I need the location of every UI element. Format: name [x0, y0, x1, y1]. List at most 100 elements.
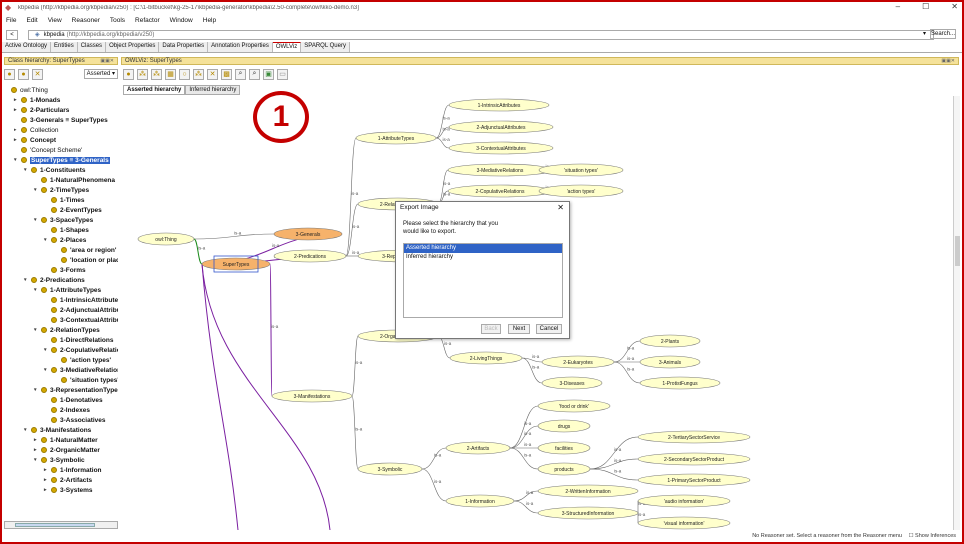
- tree-node[interactable]: 'Concept Scheme': [14, 145, 82, 155]
- graph-node[interactable]: facilities: [537, 441, 591, 455]
- graph-node[interactable]: 1-PrimarySectorProduct: [637, 473, 751, 487]
- graph-node[interactable]: 2-WrittenInformation: [537, 484, 639, 498]
- delete-class-icon[interactable]: ✕: [32, 68, 43, 80]
- back-button[interactable]: <: [6, 29, 18, 40]
- tab-asserted-hierarchy[interactable]: Asserted hierarchy: [123, 85, 186, 95]
- next-button[interactable]: Next: [508, 324, 530, 334]
- expand-toggle-icon[interactable]: ▸: [44, 467, 50, 473]
- menu-reasoner[interactable]: Reasoner: [72, 17, 100, 24]
- expand-toggle-icon[interactable]: ▾: [44, 237, 50, 243]
- tree-node[interactable]: ▾ 2-TimeTypes: [34, 185, 89, 195]
- tree-node[interactable]: ▾ 3-RepresentationTypes: [34, 385, 118, 395]
- zoom-in-icon[interactable]: ⌕: [235, 68, 246, 80]
- hide-subclasses-icon[interactable]: ⁂: [193, 68, 204, 80]
- graph-node[interactable]: 'action types': [538, 184, 624, 198]
- graph-node[interactable]: 2-Predications: [273, 249, 347, 263]
- hide-class-icon[interactable]: ○: [179, 68, 190, 80]
- tree-node[interactable]: ▸ 2-Artifacts: [44, 475, 92, 485]
- scroll-thumb[interactable]: [15, 523, 95, 527]
- tree-node[interactable]: ▾ 2-Places: [44, 235, 86, 245]
- menu-help[interactable]: Help: [203, 17, 216, 24]
- tree-node[interactable]: ▾ 1-Constituents: [24, 165, 86, 175]
- expand-toggle-icon[interactable]: ▸: [14, 127, 20, 133]
- search-button[interactable]: Search...: [930, 29, 956, 39]
- hierarchy-mode-select[interactable]: Asserted ▾: [83, 69, 118, 79]
- tab-inferred-hierarchy[interactable]: Inferred hierarchy: [185, 85, 241, 95]
- graph-node[interactable]: 'situation types': [538, 163, 624, 177]
- menu-view[interactable]: View: [48, 17, 62, 24]
- tree-node[interactable]: 1-Times: [44, 195, 84, 205]
- tree-node[interactable]: ▸ Concept: [14, 135, 56, 145]
- add-subclass-icon[interactable]: ●: [4, 68, 15, 80]
- expand-toggle-icon[interactable]: ▸: [44, 487, 50, 493]
- tree-node[interactable]: 1-DirectRelations: [44, 335, 113, 345]
- minimize-button[interactable]: –: [896, 2, 900, 11]
- owlviz-panel-controls-icon[interactable]: ▣▣✕: [941, 58, 955, 65]
- expand-toggle-icon[interactable]: ▾: [14, 157, 20, 163]
- graph-node[interactable]: 'visual information': [637, 516, 731, 530]
- tree-node[interactable]: ▸ 1-Monads: [14, 95, 60, 105]
- show-superclasses-icon[interactable]: ⁂: [151, 68, 162, 80]
- tree-node[interactable]: 1-NaturalPhenomena: [34, 175, 115, 185]
- graph-node[interactable]: 3-Generals: [273, 227, 343, 241]
- graph-node[interactable]: 3-Diseases: [541, 376, 603, 390]
- tab-classes[interactable]: Classes: [77, 42, 107, 52]
- tree-node[interactable]: ▸ 1-Information: [44, 465, 102, 475]
- graph-node[interactable]: 2-LivingThings: [449, 351, 523, 365]
- dialog-close-icon[interactable]: ✕: [557, 203, 564, 212]
- graph-node[interactable]: 2-CopulativeRelations: [447, 184, 553, 198]
- show-all-icon[interactable]: ▦: [165, 68, 176, 80]
- graph-node[interactable]: 1-AttributeTypes: [355, 131, 437, 145]
- tree-node[interactable]: 'area or region': [54, 245, 116, 255]
- graph-node[interactable]: 3-ContextualAttributes: [448, 141, 554, 155]
- graph-node[interactable]: 1-ProtistFungus: [639, 376, 721, 390]
- tree-node[interactable]: ▾ 2-RelationTypes: [34, 325, 100, 335]
- expand-toggle-icon[interactable]: ▸: [34, 437, 40, 443]
- graph-node[interactable]: owl:Thing: [137, 232, 195, 246]
- tree-node[interactable]: 3-Generals ≡ SuperTypes: [14, 115, 108, 125]
- tree-node[interactable]: ▾ 3-Symbolic: [34, 455, 85, 465]
- option-asserted-hierarchy[interactable]: Asserted hierarchy: [404, 244, 562, 253]
- tree-node[interactable]: ▸ 1-NaturalMatter: [34, 435, 98, 445]
- tree-node[interactable]: 1-Shapes: [44, 225, 89, 235]
- show-subclasses-icon[interactable]: ⁂: [137, 68, 148, 80]
- menu-edit[interactable]: Edit: [26, 17, 37, 24]
- graph-node[interactable]: 3-MediativeRelations: [447, 163, 553, 177]
- expand-toggle-icon[interactable]: ▾: [34, 287, 40, 293]
- expand-toggle-icon[interactable]: ▾: [24, 427, 30, 433]
- expand-toggle-icon[interactable]: ▾: [44, 347, 50, 353]
- panel-controls-icon[interactable]: ▣▣✕: [100, 58, 114, 65]
- show-class-icon[interactable]: ●: [123, 68, 134, 80]
- tree-node[interactable]: 2-EventTypes: [44, 205, 102, 215]
- tree-node[interactable]: 'situation types': [54, 375, 118, 385]
- expand-toggle-icon[interactable]: ▾: [34, 217, 40, 223]
- graph-node[interactable]: drugs: [537, 419, 591, 433]
- tree-node[interactable]: 3-Forms: [44, 265, 86, 275]
- graph-node[interactable]: 'food or drink': [537, 399, 611, 413]
- zoom-out-icon[interactable]: ⌕: [249, 68, 260, 80]
- graph-node[interactable]: 3-StructuredInformation: [537, 506, 639, 520]
- menu-file[interactable]: File: [6, 17, 16, 24]
- tree-node[interactable]: ▾ SuperTypes ≡ 3-Generals: [14, 155, 110, 165]
- expand-toggle-icon[interactable]: ▾: [44, 367, 50, 373]
- graph-node[interactable]: 3-Symbolic: [357, 462, 423, 476]
- chevron-down-icon[interactable]: ▾: [923, 30, 926, 37]
- add-sibling-icon[interactable]: ●: [18, 68, 29, 80]
- tab-entities[interactable]: Entities: [51, 42, 78, 52]
- expand-toggle-icon[interactable]: ▾: [34, 187, 40, 193]
- tab-sparql-query[interactable]: SPARQL Query: [301, 42, 350, 52]
- export-image-icon[interactable]: ▣: [263, 68, 274, 80]
- tree-node[interactable]: 1-IntrinsicAttributes: [44, 295, 118, 305]
- tree-node[interactable]: ▸ Collection: [14, 125, 59, 135]
- tab-annotation-properties[interactable]: Annotation Properties: [208, 42, 273, 52]
- tree-node[interactable]: ▾ 3-MediativeRelations: [44, 365, 118, 375]
- graph-node[interactable]: 'audio information': [637, 494, 731, 508]
- tree-node[interactable]: ▸ 2-OrganicMatter: [34, 445, 100, 455]
- options-icon[interactable]: ▩: [221, 68, 232, 80]
- graph-node[interactable]: 1-Information: [445, 494, 515, 508]
- expand-toggle-icon[interactable]: ▸: [34, 447, 40, 453]
- back-dialog-button[interactable]: Back: [481, 324, 501, 334]
- show-inferences-checkbox[interactable]: ☐ Show Inferences: [909, 533, 956, 539]
- tab-active-ontology[interactable]: Active Ontology: [2, 42, 52, 52]
- expand-toggle-icon[interactable]: ▾: [24, 277, 30, 283]
